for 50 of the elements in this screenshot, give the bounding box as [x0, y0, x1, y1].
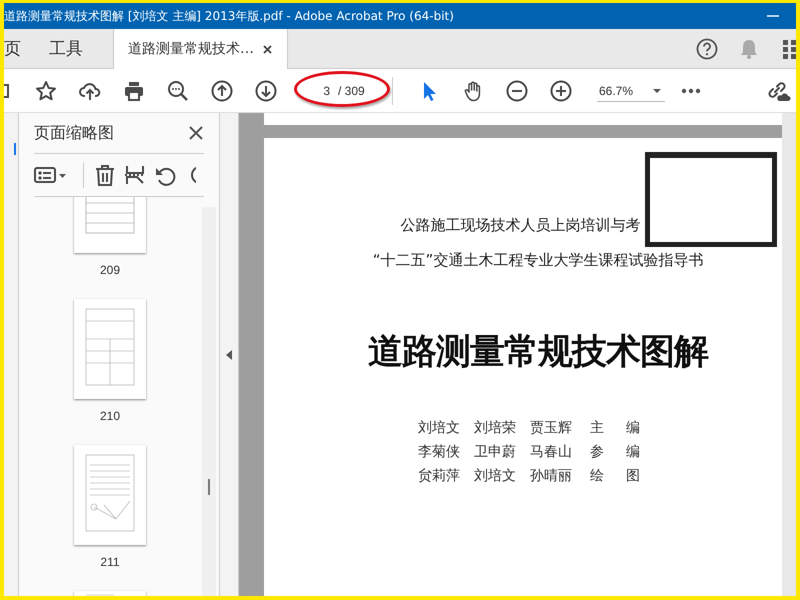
scroll-thumb[interactable] [208, 479, 210, 495]
scrollbar[interactable] [202, 207, 216, 596]
zoom-dropdown[interactable]: 66.7% [597, 80, 665, 102]
scrollbar[interactable] [782, 113, 796, 596]
credit-role: 编 [625, 419, 641, 437]
credit-name: 贾玉辉 [530, 419, 572, 437]
credit-role: 主 [589, 419, 605, 437]
page-number: 210 [100, 409, 120, 423]
credit-name: 刘培文 [474, 467, 516, 485]
credit-name: 李菊侠 [418, 443, 460, 461]
zoom-in-icon[interactable] [550, 80, 572, 102]
close-icon[interactable] [262, 44, 273, 54]
options-list-icon[interactable] [34, 164, 67, 186]
credit-name: 贠莉萍 [418, 467, 460, 485]
tab[interactable]: 页 [4, 29, 35, 68]
caret-icon[interactable] [653, 88, 661, 92]
insert-page-icon[interactable] [124, 164, 146, 186]
apps-grid-icon[interactable] [780, 38, 796, 60]
page-thumbnail[interactable] [74, 445, 146, 545]
credit-name: 马春山 [530, 443, 572, 461]
close-icon[interactable] [188, 125, 204, 141]
more-icon[interactable] [681, 88, 701, 94]
star-icon[interactable] [35, 80, 57, 102]
page-number-field[interactable]: 3 [302, 82, 332, 100]
credit-name: 刘培荣 [474, 419, 516, 437]
help-icon[interactable] [696, 38, 718, 60]
page-number: 211 [100, 555, 120, 569]
credit-role: 图 [625, 467, 641, 485]
collapse-arrow-icon[interactable] [226, 350, 232, 360]
page-total: / 309 [338, 84, 365, 98]
active-marker [14, 143, 16, 155]
tab[interactable]: 道路测量常规技术… [113, 29, 288, 69]
tab[interactable]: 工具 [35, 29, 113, 68]
credit-role: 编 [625, 443, 641, 461]
page-thumbnail[interactable] [74, 299, 146, 399]
subtitle-line: 公路施工现场技术人员上岗培训与考 [400, 215, 641, 236]
credit-name: 刘培文 [418, 419, 460, 437]
trash-icon[interactable] [94, 164, 116, 186]
credit-role: 参 [589, 443, 605, 461]
book-title: 道路测量常规技术图解 [367, 331, 708, 374]
window-title: 道路测量常规技术图解 [刘培文 主编] 2013年版.pdf - Adobe Acrobat Pro (64-bit) [4, 8, 455, 24]
credit-role: 绘 [589, 467, 605, 485]
page-number: 209 [100, 263, 120, 277]
panel-title: 页面缩略图 [34, 122, 114, 144]
credit-name: 卫申蔚 [474, 443, 516, 461]
credit-name: 孙晴丽 [530, 467, 572, 485]
search-icon[interactable] [167, 80, 189, 102]
subtitle-line: “十二五”交通土木工程专业大学生课程试验指导书 [372, 250, 704, 271]
zoom-out-icon[interactable] [506, 80, 528, 102]
print-icon[interactable] [123, 80, 145, 102]
